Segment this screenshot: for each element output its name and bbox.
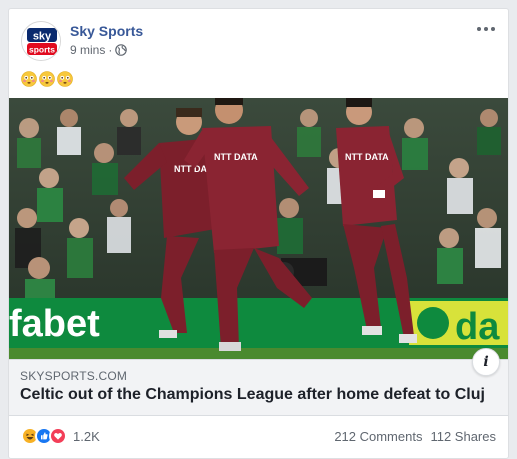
comments-count-link[interactable]: 212 Comments (334, 429, 422, 444)
flushed-face-emoji (57, 71, 73, 87)
globe-icon[interactable] (115, 44, 128, 56)
logo-text-top: sky (33, 31, 52, 43)
info-icon[interactable]: i (472, 348, 500, 376)
ad-board-text-right: da (455, 306, 500, 348)
love-reaction-icon (49, 427, 67, 445)
page-name-link[interactable]: Sky Sports (70, 23, 143, 39)
football-celebration-photo: fabet da NTT DATA NTT DATA NTT DATA (9, 98, 508, 359)
post-text-emojis (21, 71, 73, 87)
more-options-icon[interactable] (474, 21, 498, 37)
engagement-counts: 212 Comments 112 Shares (334, 429, 496, 444)
meta-separator: · (108, 43, 113, 57)
post-footer: 1.2K 212 Comments 112 Shares (9, 425, 508, 449)
reactions-summary[interactable]: 1.2K (21, 427, 100, 445)
shirt-sponsor-3: NTT DATA (345, 152, 389, 162)
facebook-post-card: sky sports Sky Sports 9 mins · fabet da … (8, 8, 509, 459)
ad-board-text-left: fabet (9, 303, 100, 345)
link-domain: SKYSPORTS.COM (20, 369, 128, 383)
post-timestamp[interactable]: 9 mins (70, 43, 105, 57)
link-headline[interactable]: Celtic out of the Champions League after… (20, 386, 485, 404)
logo-text-bottom: sports (29, 45, 55, 55)
flushed-face-emoji (39, 71, 55, 87)
post-meta: 9 mins · (70, 43, 128, 57)
shirt-sponsor-2: NTT DATA (214, 152, 258, 162)
reaction-count: 1.2K (73, 428, 100, 444)
sky-sports-logo: sky sports (22, 22, 60, 60)
shares-count-link[interactable]: 112 Shares (430, 429, 496, 444)
post-image[interactable]: fabet da NTT DATA NTT DATA NTT DATA (9, 98, 508, 359)
flushed-face-emoji (21, 71, 37, 87)
page-avatar[interactable]: sky sports (21, 21, 61, 61)
link-preview[interactable]: SKYSPORTS.COM Celtic out of the Champion… (9, 348, 508, 416)
